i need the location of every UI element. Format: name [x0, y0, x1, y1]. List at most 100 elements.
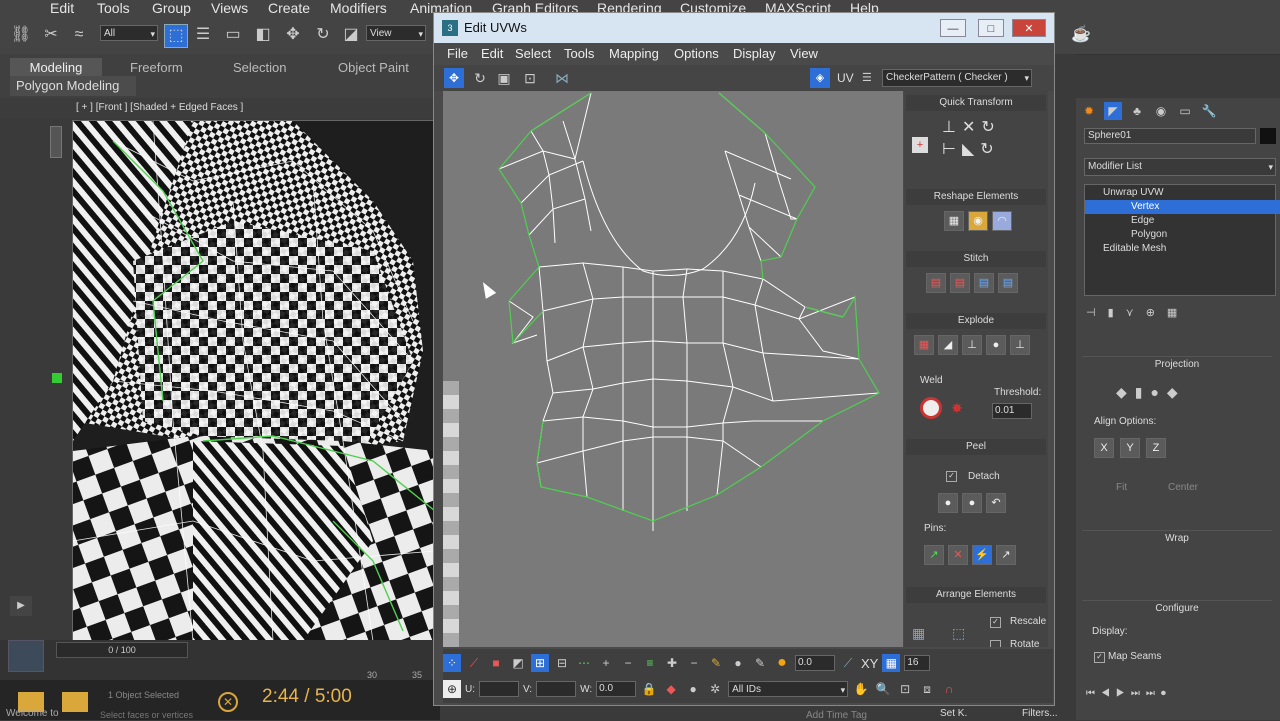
u-input[interactable] [479, 681, 519, 697]
playback-controls[interactable]: ⏮◀▶⏭⏭⏺ [1086, 688, 1272, 704]
menu-modifiers[interactable]: Modifiers [330, 0, 387, 16]
stack-polygon[interactable]: Polygon [1085, 228, 1280, 242]
filters-button[interactable]: Filters... [1022, 708, 1058, 719]
uvw-menu-display[interactable]: Display [733, 46, 776, 61]
minimize-button[interactable]: — [940, 19, 966, 37]
stack-vertex[interactable]: Vertex [1085, 200, 1280, 214]
utilities-tab-icon[interactable]: 🔧 [1200, 102, 1218, 120]
modify-tab-icon[interactable]: ◤ [1104, 102, 1122, 120]
filter-icon[interactable]: ✲ [706, 680, 724, 698]
uv-freeform-icon[interactable]: ⊡ [520, 68, 540, 88]
grid-count[interactable]: 16 [904, 655, 931, 671]
uvw-menu-select[interactable]: Select [515, 46, 551, 61]
unlink-icon[interactable]: ✂ [40, 24, 62, 46]
brush-size-icon[interactable]: ● [729, 654, 747, 672]
vertex-mode-icon[interactable]: ⁘ [443, 654, 461, 672]
w-input[interactable]: 0.0 [596, 681, 637, 697]
teapot-render-icon[interactable]: ☕ [1070, 24, 1092, 46]
sphere-explode-icon[interactable]: ● [986, 335, 1006, 355]
uvw-menu-tools[interactable]: Tools [564, 46, 594, 61]
ribbon-tab-object-paint[interactable]: Object Paint [338, 58, 409, 78]
flatten-icon[interactable]: ⊥ [962, 335, 982, 355]
ring-minus-icon[interactable]: − [685, 654, 703, 672]
close-button[interactable]: ✕ [1012, 19, 1046, 37]
absolute-mode-icon[interactable]: ⊕ [443, 680, 461, 698]
window-crossing-icon[interactable]: ◧ [252, 24, 274, 46]
uvw-menu-file[interactable]: File [447, 46, 468, 61]
rect-selection-icon[interactable]: ▭ [222, 24, 244, 46]
xy-label[interactable]: XY [861, 656, 878, 671]
soft-select-icon[interactable]: ● [773, 654, 791, 672]
unpin-icon[interactable]: ✕ [948, 545, 968, 565]
reshape-elements-header[interactable]: Reshape Elements [906, 189, 1046, 205]
rescale-checkbox[interactable]: ✓ [990, 617, 1001, 628]
link-icon[interactable]: ⛓ [10, 24, 32, 46]
snap-icon[interactable]: ∩ [940, 680, 958, 698]
select-by-name-icon[interactable]: ☰ [192, 24, 214, 46]
rotate-checkbox[interactable] [990, 640, 1001, 647]
hierarchy-tab-icon[interactable]: ♣ [1128, 102, 1146, 120]
play-arrow-icon[interactable]: ▶ [10, 596, 32, 616]
shrink-select-icon[interactable]: ⊟ [553, 654, 571, 672]
weld-selected-icon[interactable]: ✸ [946, 397, 968, 419]
loop-icon[interactable]: ⋯ [575, 654, 593, 672]
pin-icon[interactable]: ↗ [924, 545, 944, 565]
uv-scale-icon[interactable]: ▣ [494, 68, 514, 88]
ribbon-polygon-modeling[interactable]: Polygon Modeling [10, 76, 136, 96]
texture-dropdown[interactable]: CheckerPattern ( Checker ) [882, 69, 1032, 87]
align-rotate-icons[interactable]: ⊥✕↻ ⊢◣↻ [942, 117, 1042, 161]
grow-select-icon[interactable]: ⊞ [531, 654, 549, 672]
plus-icon[interactable]: + [597, 654, 615, 672]
polygon-mode-icon[interactable]: ■ [487, 654, 505, 672]
projection-header[interactable]: Projection [1082, 356, 1272, 373]
edge-mode-icon[interactable]: ⟋ [465, 654, 483, 672]
ribbon-tab-freeform[interactable]: Freeform [130, 58, 183, 78]
soft-select-value[interactable]: 0.0 [795, 655, 835, 671]
uv-rotate-icon[interactable]: ↻ [470, 68, 490, 88]
motion-tab-icon[interactable]: ◉ [1152, 102, 1170, 120]
uvw-title-bar[interactable]: 3 Edit UVWs — □ ✕ [434, 13, 1054, 43]
add-time-tag[interactable]: Add Time Tag [806, 710, 867, 721]
pause-icon[interactable] [62, 692, 88, 712]
map-seams-checkbox[interactable]: ✓ [1094, 652, 1105, 663]
stitch-average-icon[interactable]: ▤ [974, 273, 994, 293]
target-weld-icon[interactable] [920, 397, 942, 419]
center-button[interactable]: Center [1168, 482, 1198, 493]
reset-peel-icon[interactable]: ↶ [986, 493, 1006, 513]
arrange-elements-header[interactable]: Arrange Elements [906, 587, 1046, 603]
ribbon-tab-modeling[interactable]: Modeling [10, 58, 102, 78]
zoom-region-icon[interactable]: ⊡ [896, 680, 914, 698]
threshold-input[interactable]: 0.01 [992, 403, 1032, 419]
projection-icons[interactable]: ◆▮●◆ [1116, 384, 1236, 404]
v-input[interactable] [536, 681, 577, 697]
selection-filter-dropdown[interactable]: All [100, 25, 158, 42]
reshape-arc-icon[interactable]: ◠ [992, 211, 1012, 231]
create-tab-icon[interactable]: ✹ [1080, 102, 1098, 120]
stack-editable-mesh[interactable]: Editable Mesh [1085, 242, 1280, 256]
stitch-source-icon[interactable]: ▤ [950, 273, 970, 293]
configure-header[interactable]: Configure [1082, 600, 1272, 617]
zoom-extents-icon[interactable]: ⧈ [918, 680, 936, 698]
object-color-swatch[interactable] [1260, 128, 1276, 144]
straighten-icon[interactable]: ▦ [944, 211, 964, 231]
time-slider[interactable]: 0 / 100 [56, 642, 188, 658]
select-object-icon[interactable]: ⬚ [164, 24, 188, 48]
menu-tools[interactable]: Tools [97, 0, 130, 16]
wrap-header[interactable]: Wrap [1082, 530, 1272, 547]
lock-icon[interactable]: 🔒 [640, 680, 658, 698]
scale-icon[interactable]: ◪ [340, 24, 362, 46]
explode-header[interactable]: Explode [906, 313, 1046, 329]
stack-tools-row[interactable]: ⊣▮⋎⊕▦ [1086, 306, 1272, 320]
peel-header[interactable]: Peel [906, 439, 1046, 455]
ids-dropdown[interactable]: All IDs [728, 681, 849, 698]
stack-edge[interactable]: Edge [1085, 214, 1280, 228]
menu-group[interactable]: Group [152, 0, 191, 16]
paint-select-icon[interactable]: ✎ [707, 654, 725, 672]
uvw-menu-options[interactable]: Options [674, 46, 719, 61]
reference-coordinate-dropdown[interactable]: View [366, 25, 426, 42]
break-icon[interactable]: ▦ [914, 335, 934, 355]
modifier-list-dropdown[interactable]: Modifier List [1084, 158, 1276, 176]
viewport-layout-icon[interactable] [8, 640, 44, 672]
uvw-menu-edit[interactable]: Edit [481, 46, 503, 61]
texture-list-icon[interactable]: ☰ [862, 71, 876, 85]
